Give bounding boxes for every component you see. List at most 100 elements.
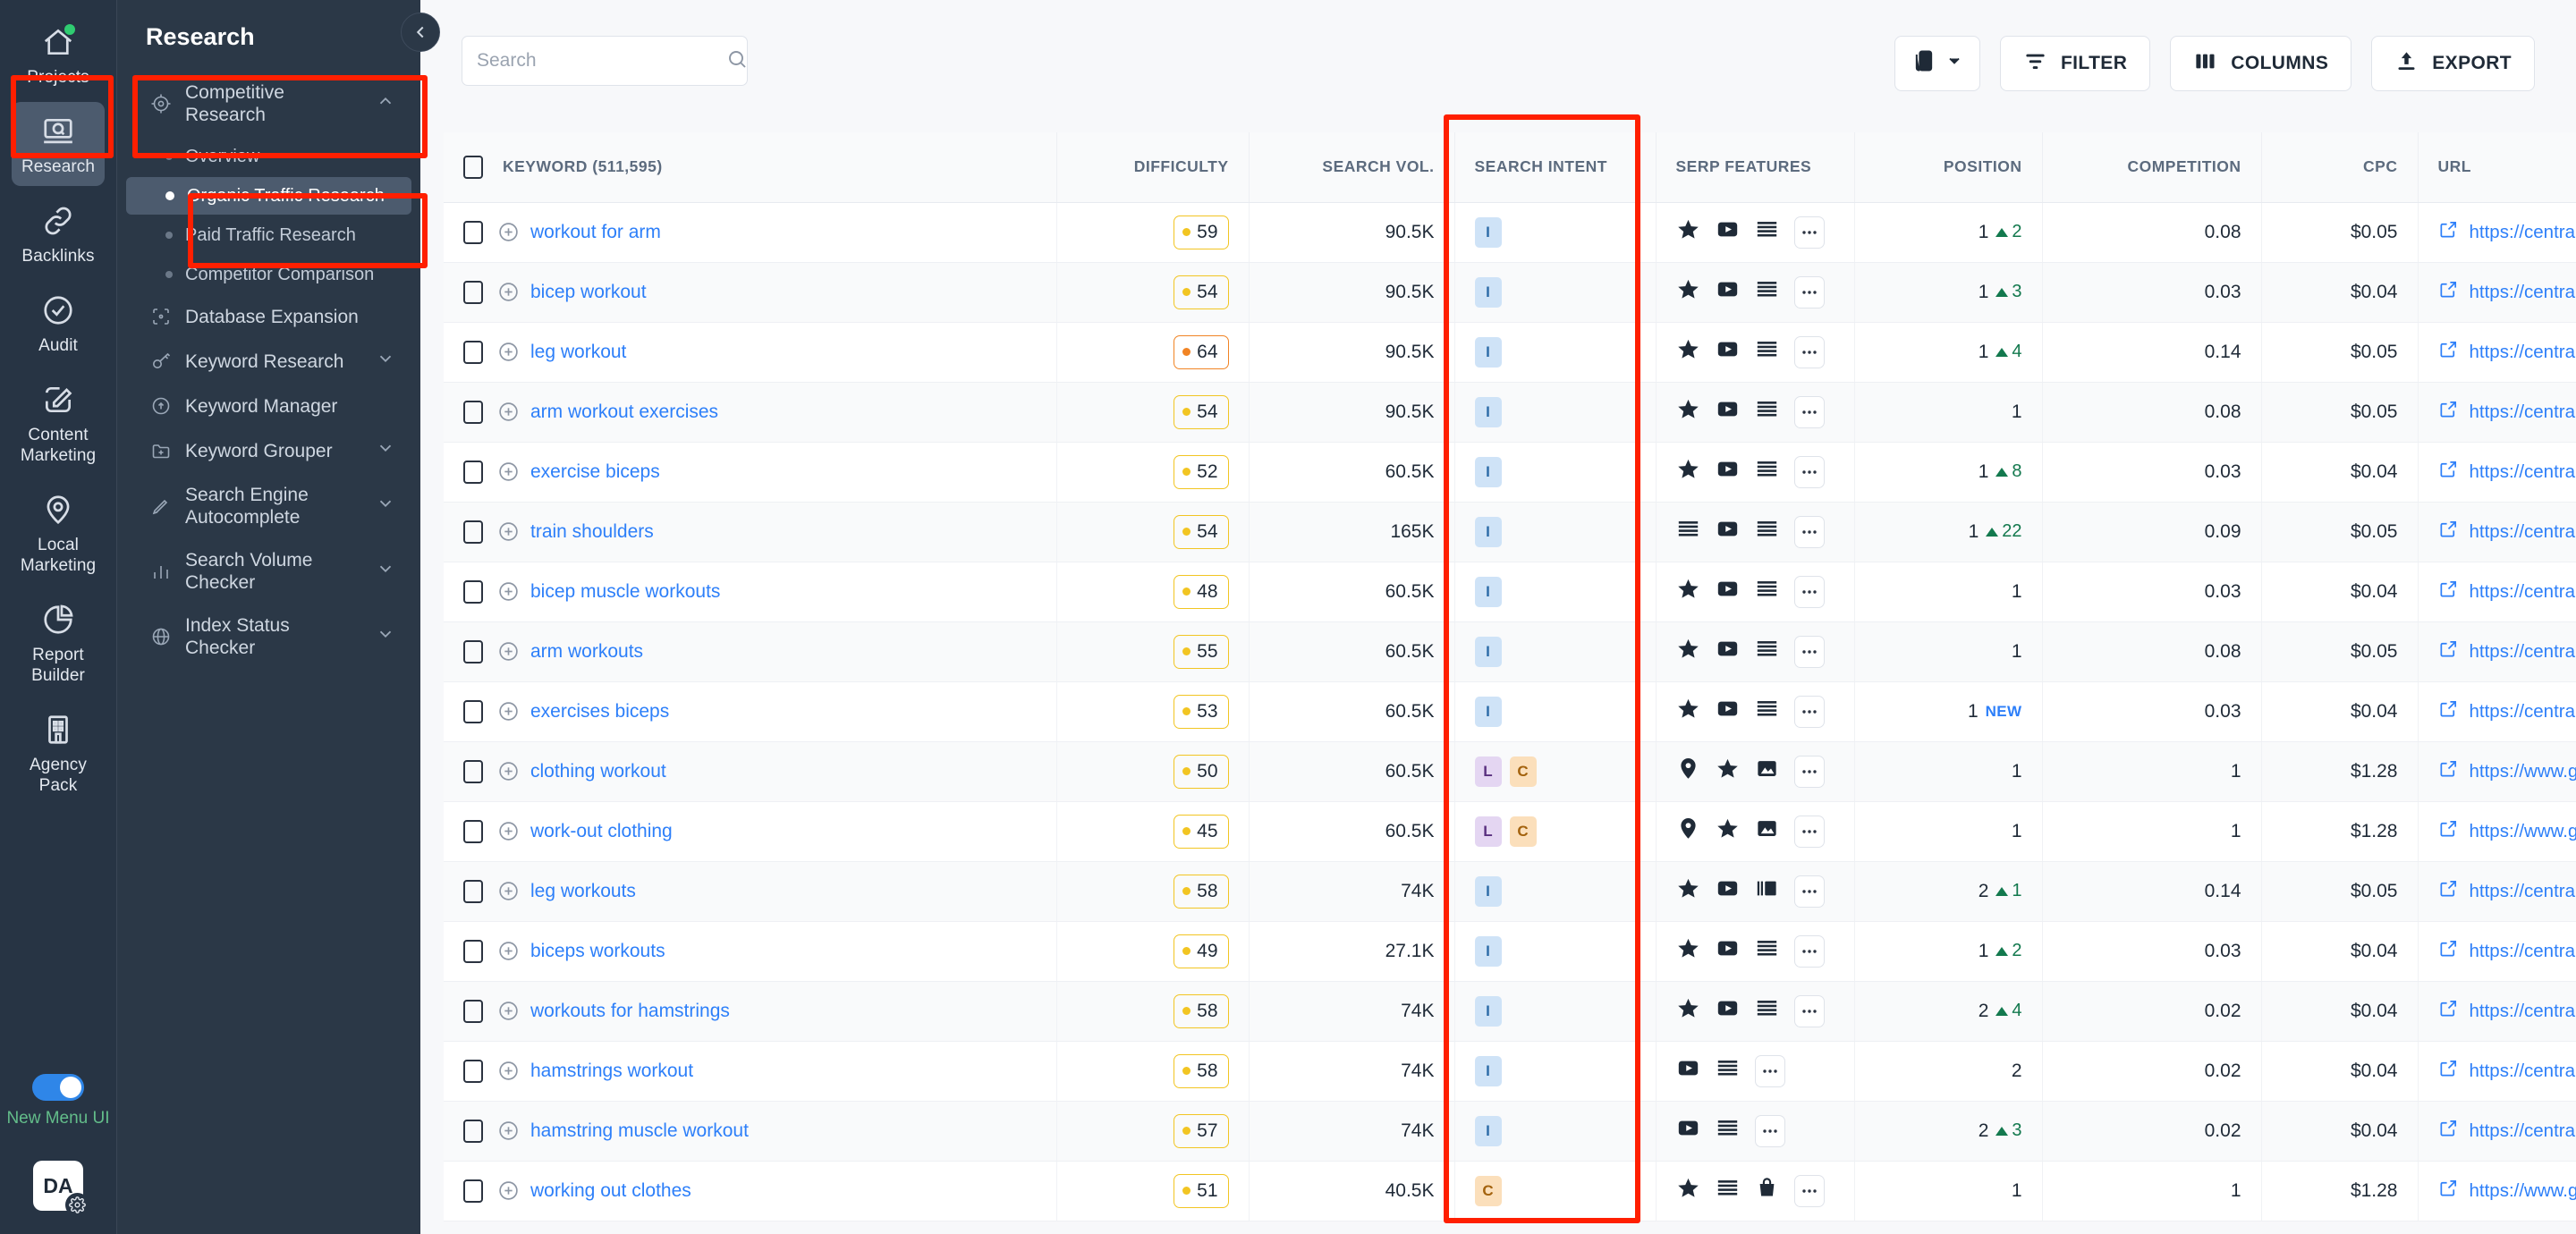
row-checkbox[interactable] [463, 699, 483, 723]
url-link[interactable]: https://central.gyms [2438, 279, 2576, 305]
search-input[interactable] [462, 36, 748, 86]
row-checkbox[interactable] [463, 1119, 483, 1143]
row-checkbox[interactable] [463, 1059, 483, 1083]
rail-item-audit[interactable]: Audit [12, 281, 105, 365]
device-selector-button[interactable] [1894, 36, 1980, 91]
serp-image-icon[interactable] [1755, 756, 1779, 786]
url-link[interactable]: https://central.gyms [2438, 1118, 2576, 1144]
row-checkbox[interactable] [463, 520, 483, 544]
serp-snippet-icon[interactable] [1755, 397, 1779, 427]
serp-video-icon[interactable] [1716, 577, 1740, 606]
serp-star-icon[interactable] [1676, 876, 1700, 906]
row-checkbox[interactable] [463, 280, 483, 304]
keyword-link[interactable]: workouts for hamstrings [530, 1001, 730, 1021]
add-keyword-icon[interactable] [497, 580, 520, 603]
serp-more-button[interactable] [1754, 1114, 1785, 1147]
add-keyword-icon[interactable] [497, 640, 520, 663]
sidebar-subitem-organic-traffic-research[interactable]: Organic Traffic Research [126, 177, 411, 215]
serp-star-icon[interactable] [1676, 397, 1700, 427]
gear-icon[interactable] [64, 1193, 89, 1217]
add-keyword-icon[interactable] [497, 461, 520, 483]
collapse-sidebar-button[interactable] [401, 13, 440, 52]
columns-button[interactable]: COLUMNS [2170, 36, 2352, 91]
serp-snippet-icon[interactable] [1716, 1176, 1740, 1205]
keyword-link[interactable]: exercises biceps [530, 701, 669, 722]
url-link[interactable]: https://central.gyms [2438, 1058, 2576, 1084]
url-cell[interactable]: https://www.gymsh [2418, 741, 2576, 802]
search-field[interactable] [477, 50, 719, 72]
column-header-search-vol[interactable]: SEARCH VOL. [1249, 132, 1455, 203]
table-row[interactable]: train shoulders 54 165K I 1 22 0.09 $0.05 https:… [444, 502, 2576, 562]
table-row[interactable]: exercises biceps 53 60.5K I 1 NEW 0.03 $0.04 htt… [444, 681, 2576, 742]
column-header-cpc[interactable]: CPC [2261, 132, 2419, 203]
keyword-link[interactable]: workout for arm [530, 222, 661, 242]
keyword-link[interactable]: biceps workouts [530, 941, 665, 961]
column-header-serp-features[interactable]: SERP FEATURES [1656, 132, 1855, 203]
serp-star-icon[interactable] [1676, 637, 1700, 666]
row-checkbox[interactable] [463, 939, 483, 963]
rail-item-backlinks[interactable]: Backlinks [12, 191, 105, 275]
url-cell[interactable]: https://central.gyms [2418, 981, 2576, 1042]
table-row[interactable]: work-out clothing 45 60.5K L C 1 1 $1.28 https:/… [444, 801, 2576, 862]
serp-video-icon[interactable] [1716, 397, 1740, 427]
select-all-checkbox[interactable] [463, 155, 483, 179]
url-link[interactable]: https://central.gyms [2438, 998, 2576, 1024]
table-row[interactable]: biceps workouts 49 27.1K I 1 2 0.03 $0.04 https:… [444, 921, 2576, 982]
keyword-link[interactable]: working out clothes [530, 1180, 691, 1201]
sidebar-subitem-paid-traffic-research[interactable]: Paid Traffic Research [126, 216, 411, 254]
column-header-position[interactable]: POSITION [1854, 132, 2043, 203]
url-link[interactable]: https://central.gyms [2438, 459, 2576, 485]
serp-video-icon[interactable] [1716, 277, 1740, 307]
chevron-up-icon[interactable] [376, 91, 395, 116]
sidebar-subitem-overview[interactable]: Overview [126, 138, 411, 175]
serp-carousel-icon[interactable] [1755, 876, 1779, 906]
serp-star-icon[interactable] [1676, 457, 1700, 486]
sidebar-item-competitive-research[interactable]: Competitive Research [126, 72, 411, 136]
sidebar-item-search-volume-checker[interactable]: Search Volume Checker [126, 539, 411, 604]
table-row[interactable]: bicep workout 54 90.5K I 1 3 0.03 $0.04 https://… [444, 262, 2576, 323]
keyword-link[interactable]: arm workout exercises [530, 401, 718, 422]
add-keyword-icon[interactable] [497, 1000, 520, 1022]
url-cell[interactable]: https://central.gyms [2418, 1041, 2576, 1102]
row-checkbox[interactable] [463, 460, 483, 484]
serp-more-button[interactable] [1793, 275, 1825, 308]
url-link[interactable]: https://www.gymsh [2438, 818, 2576, 844]
rail-item-agency-pack[interactable]: Agency Pack [12, 700, 105, 805]
serp-snippet-icon[interactable] [1755, 337, 1779, 367]
serp-video-icon[interactable] [1716, 936, 1740, 966]
sidebar-item-database-expansion[interactable]: Database Expansion [126, 295, 411, 338]
serp-star-icon[interactable] [1676, 337, 1700, 367]
new-menu-ui-toggle[interactable] [31, 1074, 84, 1101]
row-checkbox[interactable] [463, 639, 483, 663]
serp-snippet-icon[interactable] [1716, 1116, 1740, 1145]
row-checkbox[interactable] [463, 220, 483, 244]
url-link[interactable]: https://central.gyms [2438, 878, 2576, 904]
url-link[interactable]: https://central.gyms [2438, 579, 2576, 604]
rail-item-report-builder[interactable]: Report Builder [12, 590, 105, 695]
serp-more-button[interactable] [1793, 1174, 1825, 1207]
serp-video-icon[interactable] [1716, 876, 1740, 906]
url-link[interactable]: https://www.gymsh [2438, 758, 2576, 784]
row-checkbox[interactable] [463, 759, 483, 783]
serp-more-button[interactable] [1793, 815, 1825, 848]
keyword-link[interactable]: arm workouts [530, 641, 643, 662]
url-cell[interactable]: https://central.gyms [2418, 382, 2576, 443]
serp-pin-icon[interactable] [1676, 756, 1700, 786]
serp-more-button[interactable] [1793, 635, 1825, 668]
serp-star-icon[interactable] [1676, 217, 1700, 247]
keyword-link[interactable]: clothing workout [530, 761, 666, 782]
serp-more-button[interactable] [1793, 575, 1825, 608]
sidebar-item-keyword-grouper[interactable]: Keyword Grouper [126, 428, 411, 473]
url-link[interactable]: https://central.gyms [2438, 399, 2576, 425]
url-cell[interactable]: https://central.gyms [2418, 562, 2576, 622]
rail-item-projects[interactable]: Projects [12, 13, 105, 97]
url-cell[interactable]: https://central.gyms [2418, 861, 2576, 922]
serp-star-icon[interactable] [1676, 996, 1700, 1026]
serp-shop-icon[interactable] [1755, 1176, 1779, 1205]
chevron-down-icon[interactable] [376, 624, 395, 649]
column-header-difficulty[interactable]: DIFFICULTY [1056, 132, 1250, 203]
serp-pin-icon[interactable] [1676, 816, 1700, 846]
serp-star-icon[interactable] [1716, 756, 1740, 786]
add-keyword-icon[interactable] [497, 281, 520, 303]
keyword-link[interactable]: leg workout [530, 342, 626, 362]
